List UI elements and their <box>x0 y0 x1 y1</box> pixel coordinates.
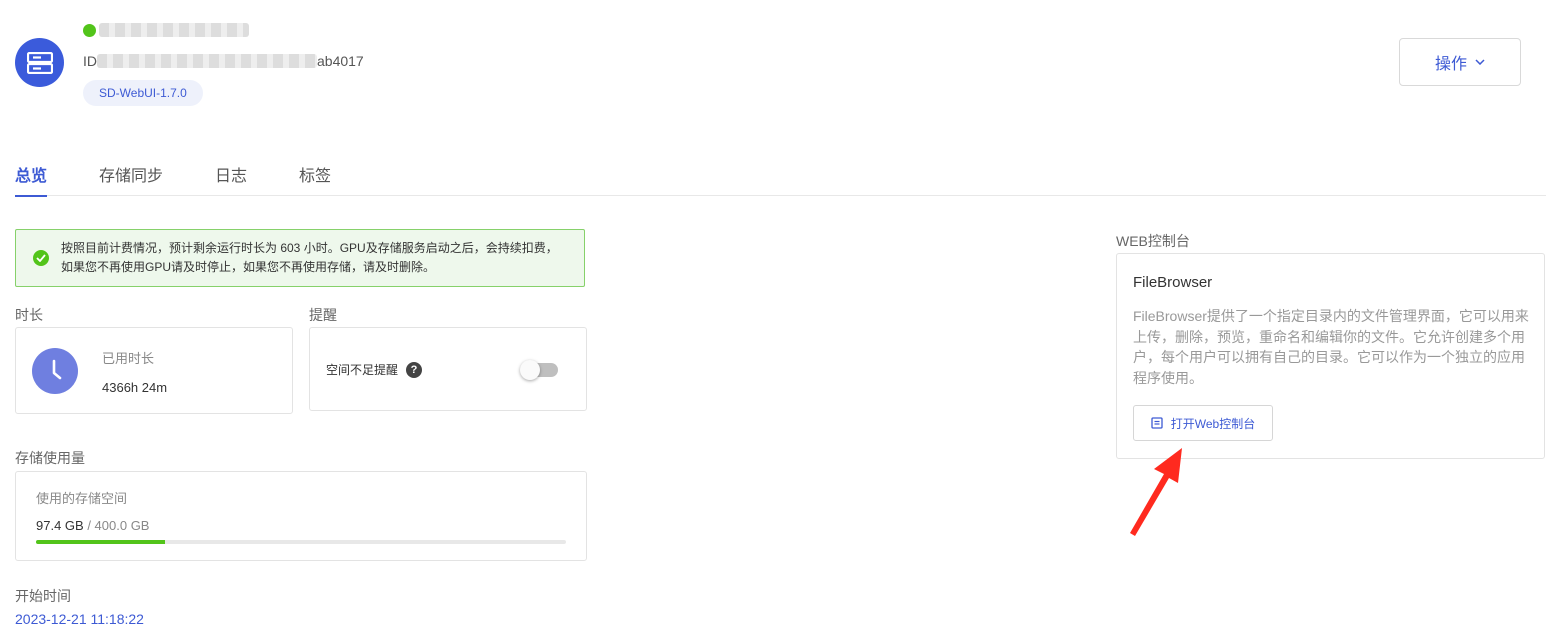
duration-card: 已用时长 4366h 24m <box>15 327 293 414</box>
storage-total: 400.0 GB <box>94 518 150 533</box>
storage-progress-bar <box>36 540 566 544</box>
reminder-card: 空间不足提醒 ? <box>309 327 587 411</box>
filebrowser-title: FileBrowser <box>1133 274 1213 291</box>
actions-dropdown-button[interactable]: 操作 <box>1399 38 1521 86</box>
start-time-section-title: 开始时间 <box>15 588 71 604</box>
tab-bar: 总览 存储同步 日志 标签 <box>15 158 1546 197</box>
instance-id-prefix: ID <box>83 53 97 69</box>
tab-overview[interactable]: 总览 <box>15 158 48 197</box>
toggle-knob <box>520 360 540 380</box>
alert-text: 按照目前计费情况，预计剩余运行时长为 603 小时。GPU及存储服务启动之后，会… <box>61 239 558 277</box>
instance-id-suffix: ab4017 <box>317 53 364 69</box>
storage-section-title: 存储使用量 <box>15 450 85 466</box>
low-space-reminder-toggle[interactable] <box>520 360 558 380</box>
redacted-instance-name <box>99 23 249 37</box>
question-icon[interactable]: ? <box>406 361 423 378</box>
storage-progress-fill <box>36 540 166 544</box>
open-web-console-label: 打开Web控制台 <box>1170 416 1256 431</box>
status-dot <box>83 23 96 37</box>
check-circle-icon <box>33 250 49 266</box>
actions-button-label: 操作 <box>1434 56 1467 73</box>
tab-tags[interactable]: 标签 <box>299 158 331 196</box>
filebrowser-card: FileBrowser FileBrowser提供了一个指定目录内的文件管理界面… <box>1116 253 1545 459</box>
tab-storage-sync[interactable]: 存储同步 <box>99 158 163 196</box>
instance-id: ID ab4017 <box>83 53 364 69</box>
billing-alert: 按照目前计费情况，预计剩余运行时长为 603 小时。GPU及存储服务启动之后，会… <box>15 229 585 287</box>
web-console-section-title: WEB控制台 <box>1116 233 1190 249</box>
chevron-down-icon <box>1475 59 1485 65</box>
start-time-value: 2023-12-21 11:18:22 <box>15 611 144 627</box>
open-web-console-button[interactable]: 打开Web控制台 <box>1133 405 1273 441</box>
duration-value: 4366h 24m <box>102 380 168 395</box>
filebrowser-description: FileBrowser提供了一个指定目录内的文件管理界面，它可以用来上传，删除，… <box>1133 308 1529 386</box>
redacted-instance-id <box>97 54 317 68</box>
storage-card: 使用的存储空间 97.4 GB / 400.0 GB <box>15 471 587 561</box>
red-arrow-annotation <box>1130 448 1182 536</box>
storage-label: 使用的存储空间 <box>36 491 128 506</box>
alert-line-2: 如果您不再使用GPU请及时停止，如果您不再使用存储，请及时删除。 <box>61 260 436 274</box>
low-space-reminder: 空间不足提醒 ? <box>326 361 423 378</box>
storage-used: 97.4 GB <box>36 518 84 533</box>
alert-line-1: 按照目前计费情况，预计剩余运行时长为 603 小时。GPU及存储服务启动之后，会… <box>61 241 558 255</box>
duration-section-title: 时长 <box>15 307 43 323</box>
tab-logs[interactable]: 日志 <box>215 158 247 196</box>
reminder-label: 空间不足提醒 <box>326 363 399 377</box>
instance-name <box>83 22 249 38</box>
storage-values: 97.4 GB / 400.0 GB <box>36 518 149 533</box>
storage-separator: / <box>83 518 95 533</box>
clock-icon <box>32 348 78 394</box>
document-icon <box>1151 417 1163 429</box>
duration-label: 已用时长 <box>102 351 155 366</box>
version-tag: SD-WebUI-1.7.0 <box>83 80 203 106</box>
server-icon <box>15 38 64 87</box>
reminder-section-title: 提醒 <box>309 307 337 323</box>
